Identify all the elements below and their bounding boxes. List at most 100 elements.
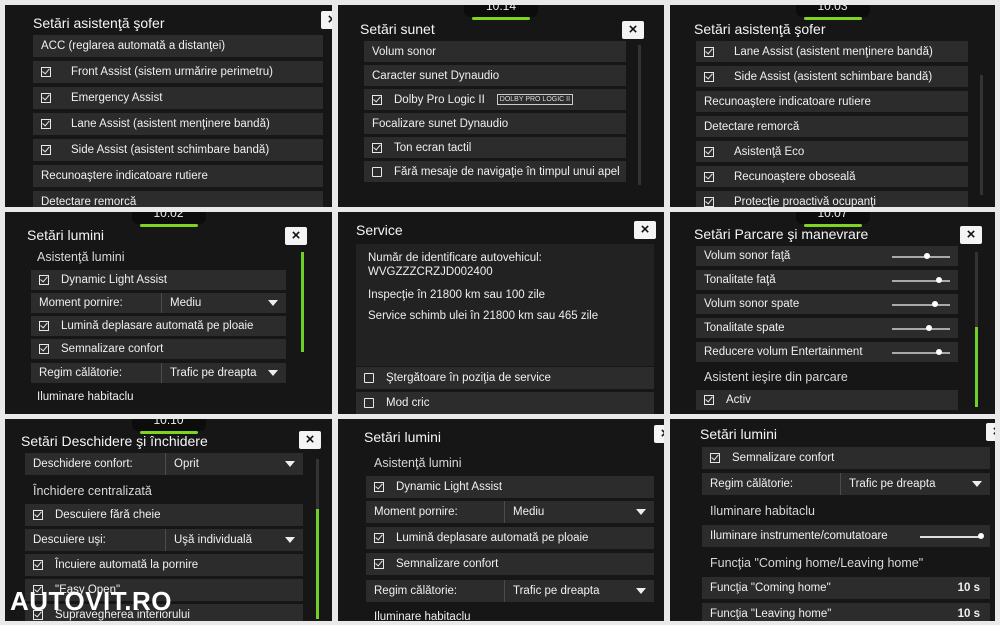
checkbox-icon[interactable] <box>374 482 384 492</box>
scrollbar[interactable] <box>975 252 978 407</box>
list-item-sign-recognition[interactable]: Recunoaştere indicatoare rutiere <box>696 91 968 112</box>
list-item-sign-recognition[interactable]: Recunoaştere indicatoare rutiere <box>33 165 323 187</box>
list-item-coming-home[interactable]: Funcţia "Coming home" 10 s <box>702 577 990 599</box>
list-item-lane-assist[interactable]: Lane Assist (asistent menţinere bandă) <box>33 113 323 135</box>
checkbox-icon[interactable] <box>372 166 382 177</box>
slider-knob[interactable] <box>932 301 938 307</box>
checkbox-icon[interactable] <box>364 373 374 383</box>
checkbox-icon[interactable] <box>704 171 714 182</box>
list-item-dynamic-light[interactable]: Dynamic Light Assist <box>366 476 654 498</box>
list-item-moment-pornire[interactable]: Moment pornire: Mediu <box>366 501 654 523</box>
list-item-auto-lock[interactable]: Încuiere automată la pornire <box>25 554 303 576</box>
checkbox-icon[interactable] <box>374 533 384 543</box>
checkbox-icon[interactable] <box>710 453 720 463</box>
checkbox-icon[interactable] <box>41 93 51 103</box>
list-item-travel-mode[interactable]: Regim călătorie: Trafic pe dreapta <box>702 473 990 495</box>
checkbox-icon[interactable] <box>39 321 49 331</box>
slider-track[interactable] <box>892 256 950 258</box>
checkbox-icon[interactable] <box>33 560 43 570</box>
scrollbar[interactable] <box>980 75 983 195</box>
list-item-travel-mode[interactable]: Regim călătorie: Trafic pe dreapta <box>31 363 286 383</box>
list-item-keyless-unlock[interactable]: Descuiere fără cheie <box>25 504 303 526</box>
close-button[interactable]: × <box>654 425 664 443</box>
list-item-dynamic-light[interactable]: Dynamic Light Assist <box>31 270 286 290</box>
list-item-rain-light[interactable]: Lumină deplasare automată pe ploaie <box>31 316 286 336</box>
list-item-moment-pornire[interactable]: Moment pornire: Mediu <box>31 293 286 313</box>
list-item-acc[interactable]: ACC (reglarea automată a distanţei) <box>33 35 323 57</box>
list-item-jack-mode[interactable]: Mod cric <box>356 392 654 414</box>
list-item-touch-tone[interactable]: Ton ecran tactil <box>364 137 626 158</box>
checkbox-icon[interactable] <box>374 559 384 569</box>
dropdown-travel-mode[interactable]: Trafic pe dreapta <box>161 363 286 383</box>
checkbox-icon[interactable] <box>704 71 714 82</box>
checkbox-icon[interactable] <box>704 196 714 207</box>
slider-knob[interactable] <box>978 533 984 539</box>
checkbox-icon[interactable] <box>41 67 51 77</box>
slider-knob[interactable] <box>926 325 932 331</box>
list-item-sound-focus[interactable]: Focalizare sunet Dynaudio <box>364 113 626 134</box>
list-item-cabin-lighting[interactable]: Iluminare habitaclu <box>29 387 284 407</box>
close-button[interactable]: × <box>285 227 307 245</box>
dropdown-moment[interactable]: Mediu <box>161 293 286 313</box>
list-item-instrument-lighting[interactable]: Iluminare instrumente/comutatoare <box>702 525 990 547</box>
list-item-comfort-signal[interactable]: Semnalizare confort <box>366 553 654 575</box>
list-item-comfort-signal[interactable]: Semnalizare confort <box>702 447 990 469</box>
list-item-front-assist[interactable]: Front Assist (sistem urmărire perimetru) <box>33 61 323 83</box>
list-item-trailer-detection[interactable]: Detectare remorcă <box>696 116 968 137</box>
slider-knob[interactable] <box>936 349 942 355</box>
checkbox-icon[interactable] <box>364 398 374 408</box>
list-item-dolby[interactable]: Dolby Pro Logic II DOLBY PRO LOGIC II <box>364 89 626 110</box>
checkbox-icon[interactable] <box>41 119 51 129</box>
checkbox-icon[interactable] <box>704 395 714 405</box>
list-item-eco-assist[interactable]: Asistenţă Eco <box>696 141 968 162</box>
list-item-rear-tone[interactable]: Tonalitate spate <box>696 318 958 338</box>
list-item-comfort-opening[interactable]: Deschidere confort: Oprit <box>25 453 303 475</box>
slider-knob[interactable] <box>924 253 930 259</box>
list-item-side-assist[interactable]: Side Assist (asistent schimbare bandă) <box>696 66 968 87</box>
list-item-sound-character[interactable]: Caracter sunet Dynaudio <box>364 65 626 86</box>
list-item-lane-assist[interactable]: Lane Assist (asistent menţinere bandă) <box>696 41 968 62</box>
slider-knob[interactable] <box>936 277 942 283</box>
list-item-leaving-home[interactable]: Funcţia "Leaving home" 10 s <box>702 603 990 621</box>
list-item-side-assist[interactable]: Side Assist (asistent schimbare bandă) <box>33 139 323 161</box>
checkbox-icon[interactable] <box>704 146 714 157</box>
dropdown-travel-mode[interactable]: Trafic pe dreapta <box>504 580 654 602</box>
close-button[interactable]: × <box>634 221 656 239</box>
list-item-travel-mode[interactable]: Regim călătorie: Trafic pe dreapta <box>366 580 654 602</box>
list-item-rear-volume[interactable]: Volum sonor spate <box>696 294 958 314</box>
list-item-no-nav-messages[interactable]: Fără mesaje de navigaţie în timpul unui … <box>364 161 626 182</box>
scrollbar[interactable] <box>301 252 304 352</box>
dropdown-door-unlock[interactable]: Uşă individuală <box>165 529 303 551</box>
close-button[interactable]: × <box>960 226 982 244</box>
close-button[interactable]: × <box>986 423 995 441</box>
list-item-fatigue[interactable]: Recunoaştere oboseală <box>696 166 968 187</box>
close-button[interactable]: × <box>321 11 332 29</box>
close-button[interactable]: × <box>622 21 644 39</box>
close-button[interactable]: × <box>299 431 321 449</box>
scrollbar[interactable] <box>638 45 641 185</box>
slider-track[interactable] <box>892 328 950 330</box>
checkbox-icon[interactable] <box>704 46 714 57</box>
list-item-entertainment-reduce[interactable]: Reducere volum Entertainment <box>696 342 958 362</box>
list-item-occupant-protection[interactable]: Protecţie proactivă ocupanţi <box>696 191 968 207</box>
list-item-front-tone[interactable]: Tonalitate faţă <box>696 270 958 290</box>
checkbox-icon[interactable] <box>39 275 49 285</box>
dropdown-travel-mode[interactable]: Trafic pe dreapta <box>840 473 990 495</box>
list-item-volume[interactable]: Volum sonor <box>364 41 626 62</box>
list-item-emergency-assist[interactable]: Emergency Assist <box>33 87 323 109</box>
checkbox-icon[interactable] <box>41 145 51 155</box>
dropdown-comfort-opening[interactable]: Oprit <box>165 453 303 475</box>
list-item-front-volume[interactable]: Volum sonor faţă <box>696 246 958 266</box>
list-item-rain-light[interactable]: Lumină deplasare automată pe ploaie <box>366 527 654 549</box>
list-item-exit-assist-active[interactable]: Activ <box>696 390 958 410</box>
slider-track[interactable] <box>892 304 950 306</box>
scrollbar[interactable] <box>316 459 319 619</box>
list-item-wiper-service[interactable]: Ştergătoare în poziţia de service <box>356 367 654 389</box>
checkbox-icon[interactable] <box>372 94 382 105</box>
dropdown-moment[interactable]: Mediu <box>504 501 654 523</box>
list-item-trailer-detection[interactable]: Detectare remorcă <box>33 191 323 207</box>
checkbox-icon[interactable] <box>372 142 382 153</box>
list-item-comfort-signal[interactable]: Semnalizare confort <box>31 339 286 359</box>
slider-track[interactable] <box>920 536 982 538</box>
list-item-door-unlock[interactable]: Descuiere uşi: Uşă individuală <box>25 529 303 551</box>
